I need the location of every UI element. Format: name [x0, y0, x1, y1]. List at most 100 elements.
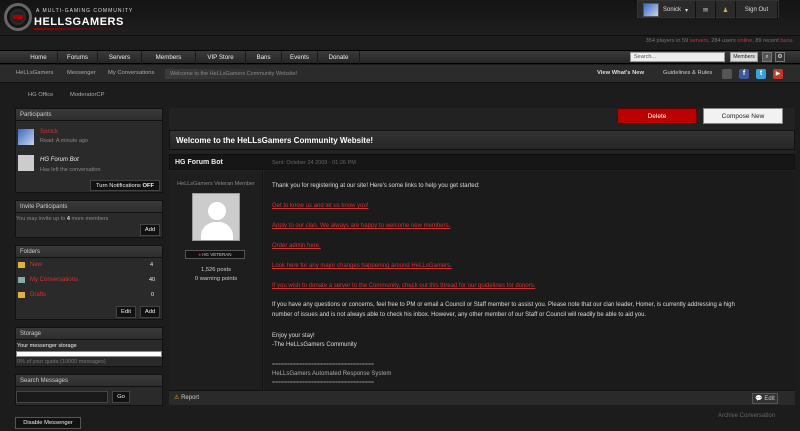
youtube-icon[interactable]: ▶	[773, 69, 783, 79]
stats-online-link[interactable]: online	[737, 38, 752, 44]
folder-icon	[18, 262, 25, 268]
subnav-my-conversations[interactable]: My Conversations	[108, 70, 154, 76]
rss-list-icon[interactable]	[722, 69, 732, 79]
avatar	[18, 129, 34, 145]
folders-edit-button[interactable]: Edit	[116, 306, 136, 318]
chevron-down-icon: ▾	[685, 7, 689, 14]
nav-vip-store[interactable]: VIP Store	[196, 51, 246, 65]
notif-label: Turn Notifications	[95, 183, 141, 189]
tab-hg-office[interactable]: HG Office	[28, 92, 53, 98]
logo-tagline: A MULTI-GAMING COMMUNITY	[36, 8, 134, 14]
storage-label: Your messenger storage	[17, 343, 77, 349]
warning-icon: ⚠	[174, 395, 180, 401]
stats-bans-link[interactable]: bans.	[780, 38, 794, 44]
edit-post-button[interactable]: 💬 Edit	[752, 393, 778, 404]
participant-status: Read: A minute ago	[40, 138, 89, 144]
nav-events[interactable]: Events	[282, 51, 318, 65]
avatar	[643, 3, 659, 17]
invite-text-post: more members	[71, 216, 109, 222]
nav-bans[interactable]: Bans	[246, 51, 282, 65]
message-divider: ==================================	[272, 380, 375, 386]
search-icon[interactable]: ⌕	[762, 52, 772, 62]
inbox-icon	[18, 277, 25, 283]
delete-button[interactable]: Delete	[617, 108, 697, 124]
sign-out-label: Sign Out	[744, 7, 769, 13]
site-logo-icon[interactable]	[4, 3, 32, 31]
nav-servers[interactable]: Servers	[98, 51, 142, 65]
edit-label: Edit	[764, 396, 775, 402]
message-author[interactable]: HG Forum Bot	[175, 159, 223, 166]
avatar	[18, 155, 34, 171]
stats-servers-link[interactable]: servers	[690, 38, 708, 44]
folders-title: Folders	[16, 246, 162, 258]
author-posts: 1,526 posts	[201, 267, 231, 273]
author-rank: HeLLsGamers Veteran Member	[177, 181, 255, 187]
logo-text[interactable]: HELLSGAMERS	[34, 16, 124, 28]
link-order-admin[interactable]: Order admin here.	[272, 243, 321, 249]
participant-name-sonick[interactable]: Sonick	[40, 129, 58, 135]
notifications-button[interactable]: ♟	[716, 1, 736, 19]
storage-progress-bar	[16, 351, 162, 357]
message-paragraph: If you have any questions or concerns, f…	[272, 302, 735, 308]
participants-title: Participants	[16, 109, 162, 121]
nav-members[interactable]: Members	[142, 51, 196, 65]
folder-drafts[interactable]: Drafts	[30, 292, 46, 298]
invite-title: Invite Participants	[16, 201, 162, 213]
breadcrumb: Welcome to the HeLLsGamers Community Web…	[165, 69, 305, 79]
rank-badge: ♠ HG VETERAN	[185, 250, 245, 259]
view-whats-new-link[interactable]: View What's New	[597, 70, 644, 76]
nav-donate[interactable]: Donate	[318, 51, 360, 65]
message-header	[169, 154, 795, 170]
message-intro: Thank you for registering at our site! H…	[272, 183, 480, 189]
notifications-toggle-button[interactable]: Turn Notifications OFF	[90, 180, 160, 191]
user-silhouette-body	[201, 222, 233, 240]
message-divider: ==================================	[272, 362, 375, 368]
stats-users: , 284 users	[708, 38, 736, 44]
subnav-messenger[interactable]: Messenger	[67, 70, 96, 76]
message-auto-label: HeLLsGamers Automated Response System	[272, 371, 392, 377]
archive-conversation-link[interactable]: Archive Conversation	[718, 413, 775, 419]
sign-out-button[interactable]: Sign Out	[736, 1, 778, 19]
twitter-icon[interactable]: t	[756, 69, 766, 79]
logo-swoosh	[34, 28, 124, 30]
link-apply-clan[interactable]: Apply to our clan. We always are happy t…	[272, 223, 450, 229]
user-menu[interactable]: Sonick ▾	[638, 1, 696, 19]
search-scope-select[interactable]: Members	[730, 52, 758, 62]
participant-name-bot[interactable]: HG Forum Bot	[40, 157, 79, 163]
nav-home[interactable]: Home	[20, 51, 58, 65]
folder-count: 40	[149, 277, 156, 283]
link-major-changes[interactable]: Look here for any major changes happenin…	[272, 263, 452, 269]
search-messages-title: Search Messages	[16, 375, 162, 387]
folder-count: 0	[151, 292, 155, 298]
invite-add-button[interactable]: Add	[140, 224, 160, 236]
link-donate-server[interactable]: If you wish to donate a server to the Co…	[272, 283, 535, 289]
folders-add-button[interactable]: Add	[140, 306, 160, 318]
messages-button[interactable]: ✉	[696, 1, 716, 19]
folder-new[interactable]: New	[30, 262, 42, 268]
nav-forums[interactable]: Forums	[58, 51, 98, 65]
folder-my-conversations[interactable]: My Conversations	[30, 277, 78, 283]
search-messages-go-button[interactable]: Go	[112, 391, 130, 403]
user-name: Sonick	[663, 7, 682, 13]
avatar[interactable]	[192, 193, 240, 241]
server-stats: 354 players in 59 servers, 284 users onl…	[646, 38, 794, 44]
chat-bubble-icon: 💬	[755, 396, 763, 402]
report-label: Report	[181, 395, 200, 401]
search-messages-input[interactable]	[16, 391, 108, 403]
report-button[interactable]: ⚠ Report	[174, 394, 199, 401]
badge-icon: ♠	[198, 252, 201, 257]
storage-title: Storage	[16, 328, 162, 340]
message-paragraph: number of issues and is not always able …	[272, 312, 647, 318]
search-input[interactable]: Search...	[630, 52, 725, 62]
invite-text: You may invite up to 4 more members	[16, 216, 108, 222]
tab-moderatorcp[interactable]: ModeratorCP	[70, 92, 104, 98]
folder-count: 4	[150, 262, 154, 268]
guidelines-link[interactable]: Guidelines & Rules	[663, 70, 712, 76]
message-enjoy: Enjoy your stay!	[272, 333, 315, 339]
link-get-to-know[interactable]: Get to know us and let us know you!	[272, 203, 368, 209]
facebook-icon[interactable]: f	[739, 69, 749, 79]
disable-messenger-button[interactable]: Disable Messenger	[15, 417, 81, 429]
compose-new-button[interactable]: Compose New	[703, 108, 783, 124]
subnav-hellsgamers[interactable]: HeLLsGamers	[16, 70, 53, 76]
gear-icon[interactable]: ⚙	[775, 52, 785, 62]
